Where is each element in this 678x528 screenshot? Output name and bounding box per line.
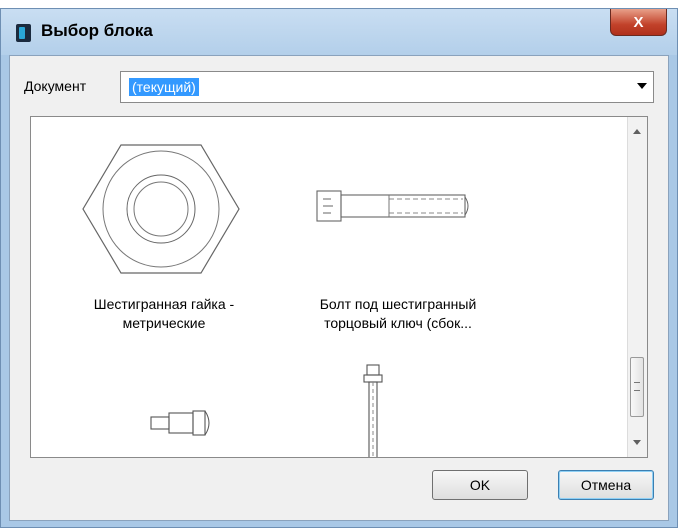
dialog-title: Выбор блока	[41, 21, 153, 40]
block-label-line2: метрические	[122, 315, 206, 331]
hex-nut-icon	[82, 144, 240, 274]
scroll-up-icon[interactable]	[633, 129, 641, 134]
document-select[interactable]: (текущий)	[120, 71, 654, 103]
close-button[interactable]: X	[610, 9, 667, 36]
block-label-line1: Болт под шестигранный	[319, 296, 477, 312]
app-icon	[16, 24, 31, 42]
block-list[interactable]: Шестигранная гайка - метрические Болт по…	[30, 116, 648, 458]
socket-bolt-icon	[316, 190, 469, 222]
dialog-body: Документ (текущий) Шестигранная гайка - …	[9, 55, 669, 521]
block-label-line2: торцовый ключ (сбок...	[324, 315, 472, 331]
cancel-button[interactable]: Отмена	[558, 470, 654, 500]
scroll-down-icon[interactable]	[633, 440, 641, 445]
pin-icon	[150, 410, 210, 436]
background-text-strip	[0, 0, 678, 8]
vertical-scrollbar[interactable]	[627, 117, 647, 457]
chevron-down-icon[interactable]	[637, 83, 647, 89]
document-label: Документ	[24, 78, 87, 94]
block-label-line1: Шестигранная гайка -	[93, 296, 235, 312]
title-bar[interactable]: Выбор блока X	[1, 9, 677, 55]
ok-button[interactable]: OK	[432, 470, 528, 500]
close-icon: X	[633, 13, 644, 31]
long-bolt-icon	[363, 364, 383, 457]
block-select-dialog: Выбор блока X Документ (текущий) Шестигр…	[0, 8, 678, 528]
document-select-value: (текущий)	[129, 78, 199, 96]
scrollbar-thumb[interactable]	[630, 357, 644, 417]
